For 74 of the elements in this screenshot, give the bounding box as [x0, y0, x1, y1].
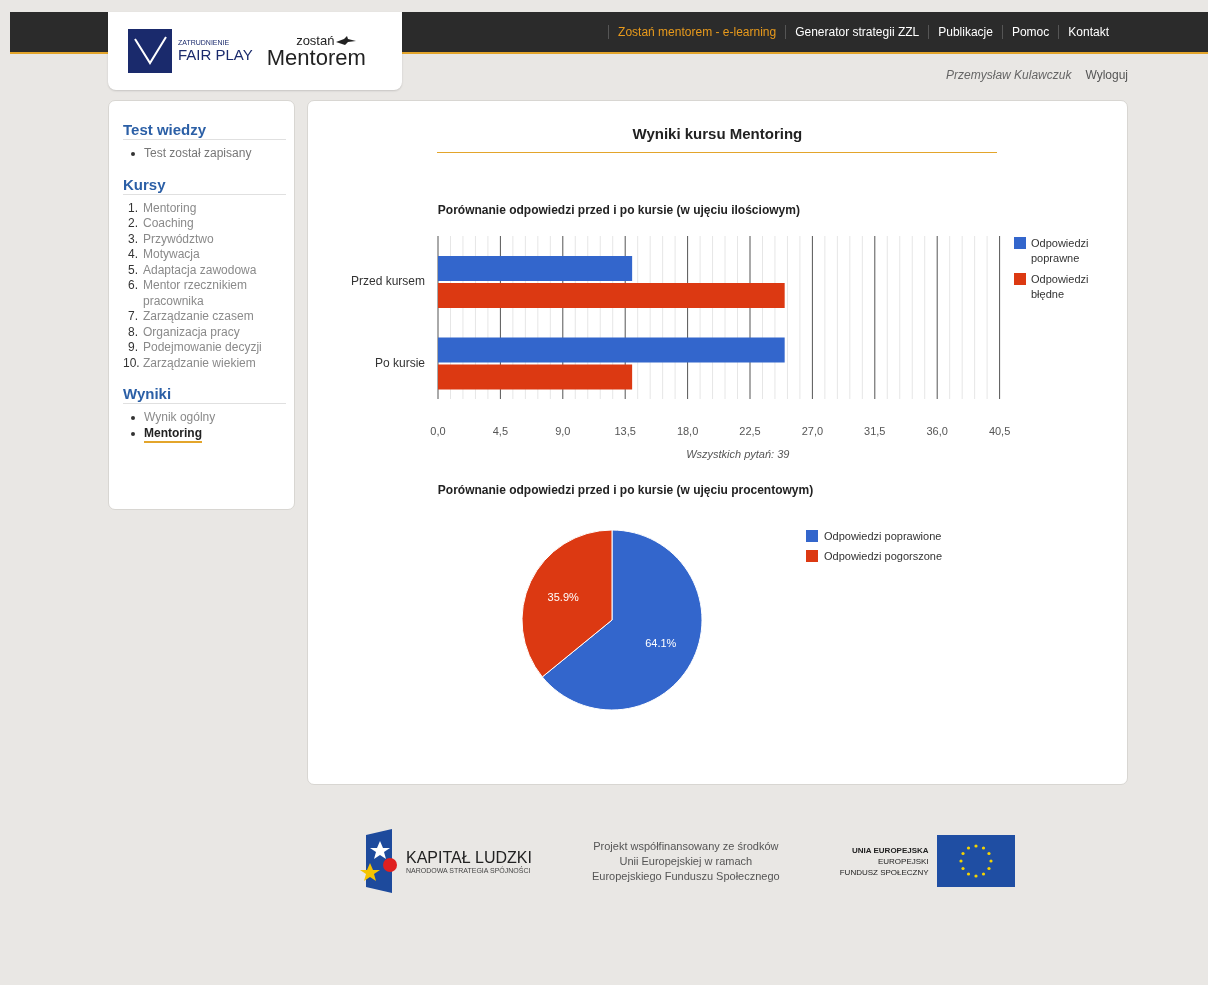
category-label: Przed kursem: [350, 274, 425, 288]
legend-swatch: [1013, 273, 1026, 285]
axis-title: Wszystkich pytań: 39: [685, 448, 790, 460]
tick-label: 31,5: [863, 425, 886, 437]
legend-swatch: [805, 550, 818, 562]
sidebar-link[interactable]: Wynik ogólny: [144, 410, 216, 426]
funding-note: Projekt współfinansowany ze środków Unii Europejskiej w ramach Europejskiego Funduszu Społecznego: [591, 838, 780, 884]
list-number: 1.: [127, 200, 139, 216]
slice-label: 35.9%: [547, 590, 579, 603]
v-logo-icon: [128, 29, 172, 73]
kapital-ludzki-logo-icon: [360, 829, 398, 893]
tick-label: 40,5: [988, 425, 1011, 437]
list-number: 6.: [127, 278, 139, 294]
legend-label: Odpowiedzi poprawione: [823, 530, 942, 542]
sidebar-link[interactable]: Podejmowanie decyzji: [143, 340, 262, 356]
tick-label: 22,5: [739, 425, 761, 437]
sidebar-link[interactable]: Mentoring: [144, 425, 202, 443]
sidebar-heading: Test wiedzy: [123, 121, 286, 140]
list-number: 7.: [127, 309, 139, 325]
legend-label: Odpowiedzi poprawne: [1030, 237, 1089, 264]
program-name: KAPITAŁ LUDZKI: [406, 848, 532, 866]
list-number: 8.: [127, 324, 139, 340]
legend-label: Odpowiedzi błędne: [1030, 273, 1089, 300]
nav-link[interactable]: Kontakt: [1058, 25, 1118, 39]
tick-label: 4,5: [492, 425, 508, 437]
eu-flag-icon: [936, 835, 1015, 887]
list-number: 2.: [127, 216, 139, 232]
logo-name: FAIR PLAY: [178, 46, 253, 63]
sidebar-heading: Wyniki: [123, 385, 286, 404]
sidebar-link[interactable]: Coaching: [143, 216, 194, 232]
tick-label: 13,5: [614, 425, 636, 437]
slice-label: 64.1%: [645, 637, 677, 650]
tick-label: 36,0: [926, 425, 948, 437]
list-number: 9.: [127, 340, 139, 356]
eu-label: FUNDUSZ SPOŁECZNY: [839, 866, 929, 878]
list-number: 5.: [127, 262, 139, 278]
logo-prefix: zostań: [296, 33, 335, 47]
category-label: Po kursie: [374, 355, 425, 370]
bullet-icon: [129, 430, 136, 438]
status-text: Test został zapisany: [144, 146, 252, 162]
legend-swatch: [1013, 237, 1026, 249]
sidebar-link[interactable]: Mentor rzecznikiem pracownika: [143, 278, 286, 309]
chart-title: Porównanie odpowiedzi przed i po kursie (w ujęciu ilościowym): [437, 203, 800, 217]
sidebar-link[interactable]: Adaptacja zawodowa: [143, 262, 257, 278]
nav-link[interactable]: Generator strategii ZZL: [785, 25, 929, 39]
chart-title: Porównanie odpowiedzi przed i po kursie (w ujęciu procentowym): [437, 483, 814, 497]
logo-title: Mentorem: [266, 46, 366, 69]
tick-label: 18,0: [676, 425, 699, 437]
tick-label: 9,0: [555, 425, 571, 437]
tick-label: 0,0: [430, 425, 446, 437]
list-number: 4.: [127, 247, 139, 263]
sidebar-link[interactable]: Przywództwo: [143, 231, 214, 247]
legend-label: Odpowiedzi pogorszone: [823, 550, 942, 562]
eu-label: UNIA EUROPEJSKA: [852, 844, 929, 856]
page-title: Wyniki kursu Mentoring: [437, 125, 998, 153]
list-number: 3.: [127, 231, 139, 247]
sidebar-link[interactable]: Motywacja: [143, 247, 200, 263]
sidebar-link[interactable]: Zarządzanie czasem: [143, 309, 254, 325]
sidebar-link[interactable]: Mentoring: [143, 200, 197, 216]
bullet-icon: [129, 150, 136, 158]
bullet-icon: [129, 414, 136, 422]
nav-link[interactable]: Zostań mentorem - e-learning: [608, 25, 786, 39]
sidebar-link[interactable]: Zarządzanie wiekiem: [143, 355, 256, 371]
legend-swatch: [805, 530, 818, 542]
tick-label: 27,0: [801, 425, 823, 437]
eu-label: EUROPEJSKI: [877, 855, 929, 867]
nav-link[interactable]: Pomoc: [1001, 25, 1059, 39]
sidebar-link[interactable]: Organizacja pracy: [143, 324, 240, 340]
user-name: Przemysław Kulawczuk: [946, 68, 1072, 82]
sidebar-heading: Kursy: [123, 175, 286, 195]
bird-icon: [336, 35, 357, 45]
nav-link[interactable]: Publikacje: [928, 25, 1002, 39]
logout-link[interactable]: Wyloguj: [1085, 68, 1128, 82]
list-number: 10.: [123, 355, 141, 371]
